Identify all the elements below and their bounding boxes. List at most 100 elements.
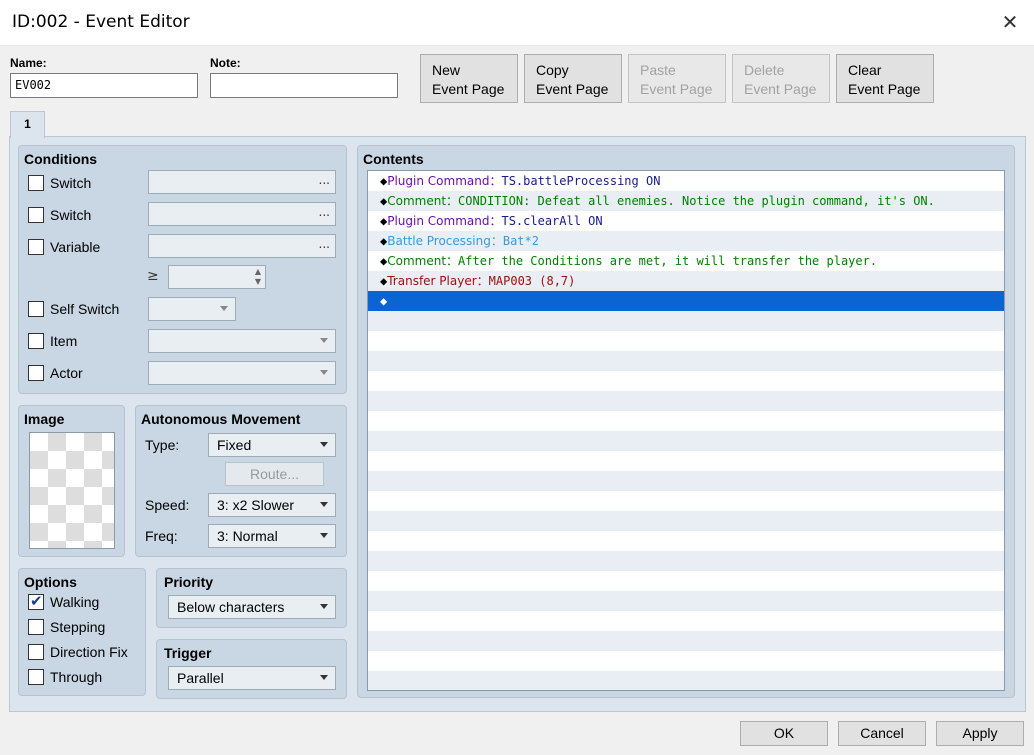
switch1-checkbox[interactable] bbox=[28, 175, 44, 191]
route-button[interactable]: Route... bbox=[225, 462, 324, 486]
note-input[interactable] bbox=[210, 73, 398, 98]
delete-event-page-button[interactable]: Delete Event Page bbox=[732, 54, 830, 103]
tab-page-1[interactable]: 1 bbox=[10, 111, 45, 138]
switch2-ellipsis: ... bbox=[318, 205, 330, 219]
copy-event-page-button[interactable]: Copy Event Page bbox=[524, 54, 622, 103]
variable-field[interactable]: ... bbox=[148, 234, 336, 258]
list-item[interactable]: ◆Battle Processing：Bat*2 bbox=[368, 231, 1004, 251]
freq-value: 3: Normal bbox=[217, 528, 278, 544]
switch2-checkbox[interactable] bbox=[28, 207, 44, 223]
switch1-label: Switch bbox=[50, 175, 92, 191]
clear-event-page-button[interactable]: Clear Event Page bbox=[836, 54, 934, 103]
chevron-down-icon bbox=[320, 370, 328, 375]
stepping-label: Stepping bbox=[50, 619, 106, 635]
list-item-selected[interactable]: ◆ bbox=[368, 291, 1004, 311]
chevron-down-icon bbox=[320, 533, 328, 538]
command-name: Battle Processing bbox=[387, 234, 491, 248]
command-argument: TS.clearAll ON bbox=[501, 214, 603, 228]
freq-label: Freq: bbox=[145, 528, 178, 544]
direction-fix-label: Direction Fix bbox=[50, 644, 128, 660]
actor-dropdown[interactable] bbox=[148, 361, 336, 385]
ok-button[interactable]: OK bbox=[740, 721, 828, 746]
event-command-list[interactable]: ◆Plugin Command：TS.battleProcessing ON ◆C… bbox=[367, 170, 1005, 691]
movement-title: Autonomous Movement bbox=[141, 411, 301, 427]
command-name: Comment bbox=[387, 254, 447, 268]
variable-value-spinner[interactable]: ▲ ▼ bbox=[168, 265, 266, 289]
priority-value: Below characters bbox=[177, 599, 285, 615]
command-name: Transfer Player bbox=[387, 274, 477, 288]
command-separator: ： bbox=[476, 274, 489, 288]
actor-checkbox[interactable] bbox=[28, 365, 44, 381]
command-separator: ： bbox=[489, 174, 502, 188]
spin-down-icon[interactable]: ▼ bbox=[255, 277, 261, 286]
command-argument: CONDITION: Defeat all enemies. Notice th… bbox=[458, 194, 935, 208]
self-switch-dropdown[interactable] bbox=[148, 297, 236, 321]
list-item[interactable]: ◆Plugin Command：TS.battleProcessing ON bbox=[368, 171, 1004, 191]
stepping-checkbox[interactable] bbox=[28, 619, 44, 635]
name-label: Name: bbox=[10, 56, 47, 70]
diamond-icon: ◆ bbox=[380, 294, 388, 308]
through-checkbox[interactable] bbox=[28, 669, 44, 685]
note-label: Note: bbox=[210, 56, 241, 70]
chevron-down-icon bbox=[220, 306, 228, 311]
list-item[interactable]: ◆Plugin Command：TS.clearAll ON bbox=[368, 211, 1004, 231]
priority-dropdown[interactable]: Below characters bbox=[168, 595, 336, 619]
self-switch-checkbox[interactable] bbox=[28, 301, 44, 317]
list-item[interactable]: ◆Comment：CONDITION: Defeat all enemies. … bbox=[368, 191, 1004, 211]
gte-label: ≥ bbox=[147, 268, 159, 284]
actor-label: Actor bbox=[50, 365, 83, 381]
paste-event-page-button[interactable]: Paste Event Page bbox=[628, 54, 726, 103]
speed-dropdown[interactable]: 3: x2 Slower bbox=[208, 493, 336, 517]
image-title: Image bbox=[24, 411, 65, 427]
command-name: Plugin Command bbox=[387, 174, 490, 188]
name-input[interactable]: EV002 bbox=[10, 73, 198, 98]
type-dropdown[interactable]: Fixed bbox=[208, 433, 336, 457]
command-separator: ： bbox=[490, 234, 503, 248]
item-checkbox[interactable] bbox=[28, 333, 44, 349]
variable-ellipsis: ... bbox=[318, 237, 330, 251]
walking-checkbox[interactable]: ✔ bbox=[28, 592, 44, 610]
trigger-value: Parallel bbox=[177, 670, 224, 686]
command-separator: ： bbox=[446, 194, 459, 208]
switch2-field[interactable]: ... bbox=[148, 202, 336, 226]
title-bar: ID:002 - Event Editor ✕ bbox=[0, 0, 1034, 46]
freq-dropdown[interactable]: 3: Normal bbox=[208, 524, 336, 548]
chevron-down-icon bbox=[320, 442, 328, 447]
list-item[interactable]: ◆Transfer Player：MAP003 (8,7) bbox=[368, 271, 1004, 291]
command-separator: ： bbox=[446, 254, 459, 268]
through-label: Through bbox=[50, 669, 103, 685]
trigger-dropdown[interactable]: Parallel bbox=[168, 666, 336, 690]
command-name: Comment bbox=[387, 194, 447, 208]
type-value: Fixed bbox=[217, 437, 252, 453]
command-argument: TS.battleProcessing ON bbox=[501, 174, 661, 188]
new-event-page-button[interactable]: New Event Page bbox=[420, 54, 518, 103]
contents-title: Contents bbox=[363, 151, 424, 167]
apply-button[interactable]: Apply bbox=[936, 721, 1024, 746]
command-name: Plugin Command bbox=[387, 214, 490, 228]
priority-title: Priority bbox=[164, 574, 214, 590]
self-switch-label: Self Switch bbox=[50, 301, 120, 317]
command-argument: Bat*2 bbox=[502, 234, 539, 248]
options-title: Options bbox=[24, 574, 77, 590]
list-item[interactable]: ◆Comment：After the Conditions are met, i… bbox=[368, 251, 1004, 271]
window-title: ID:002 - Event Editor bbox=[12, 12, 190, 32]
type-label: Type: bbox=[145, 437, 180, 453]
chevron-down-icon bbox=[320, 338, 328, 343]
command-argument: MAP003 (8,7) bbox=[488, 274, 576, 288]
item-dropdown[interactable] bbox=[148, 329, 336, 353]
chevron-down-icon bbox=[320, 675, 328, 680]
command-argument: After the Conditions are met, it will tr… bbox=[458, 254, 878, 268]
direction-fix-checkbox[interactable] bbox=[28, 644, 44, 660]
speed-value: 3: x2 Slower bbox=[217, 497, 295, 513]
cancel-button[interactable]: Cancel bbox=[838, 721, 926, 746]
character-image-preview[interactable] bbox=[29, 432, 115, 549]
chevron-down-icon bbox=[320, 604, 328, 609]
switch1-field[interactable]: ... bbox=[148, 170, 336, 194]
checkmark-icon: ✔ bbox=[30, 592, 43, 610]
spin-up-icon[interactable]: ▲ bbox=[255, 267, 261, 276]
command-separator: ： bbox=[489, 214, 502, 228]
item-label: Item bbox=[50, 333, 78, 349]
variable-checkbox[interactable] bbox=[28, 239, 44, 255]
switch1-ellipsis: ... bbox=[318, 173, 330, 187]
close-icon[interactable]: ✕ bbox=[994, 6, 1026, 38]
